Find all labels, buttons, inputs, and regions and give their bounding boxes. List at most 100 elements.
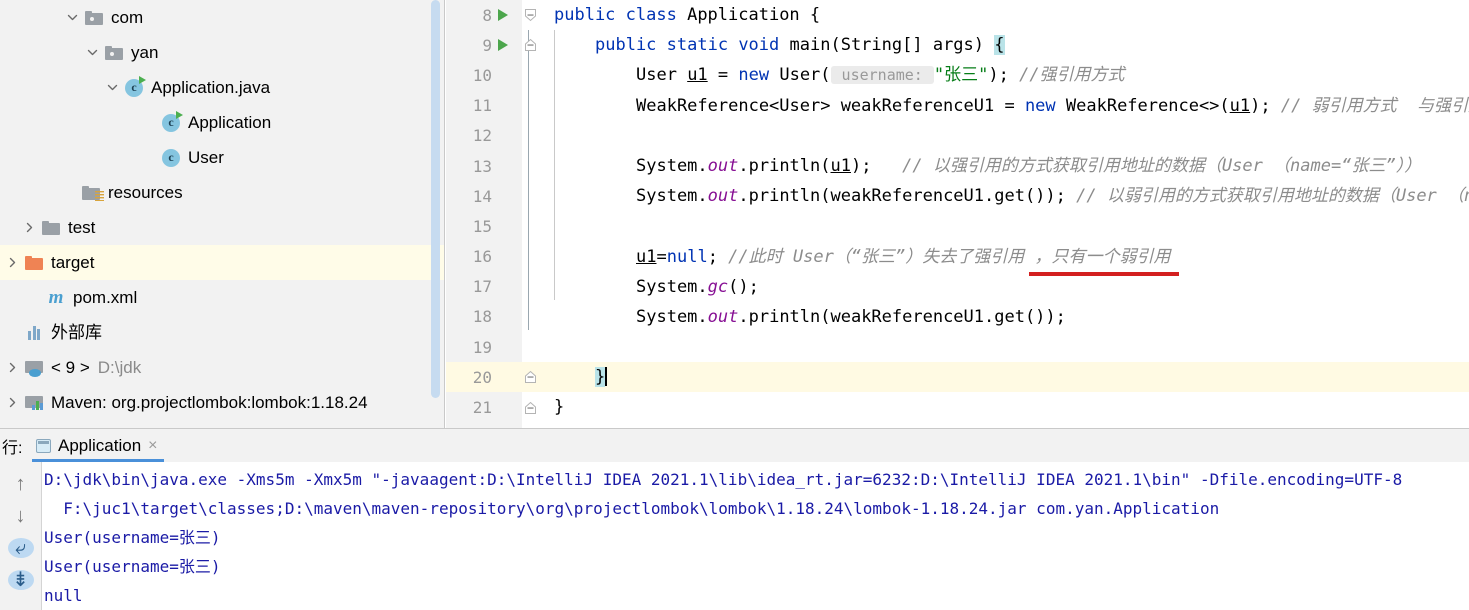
gutter-line-21[interactable]: 21 [446, 392, 522, 422]
console-tab-bar[interactable]: 行: Application × [0, 429, 1469, 462]
chevron-right-icon[interactable] [4, 395, 20, 411]
gutter-line-17[interactable]: 17 [446, 272, 522, 302]
tree-item-resources[interactable]: resources [0, 175, 444, 210]
folder-resources-icon [81, 183, 104, 203]
editor-code-area[interactable]: public class Application { public static … [522, 0, 1469, 428]
gutter-line-11[interactable]: 11 [446, 91, 522, 121]
fold-toggle-icon[interactable] [524, 370, 537, 384]
code-editor[interactable]: 891011121314151617181920212223 public cl… [446, 0, 1469, 428]
fold-toggle-icon[interactable] [524, 8, 537, 22]
chevron-right-icon[interactable] [4, 255, 20, 271]
code-line-16[interactable]: u1=null; //此时 User（“张三”）失去了强引用 ，只有一个弱引用 [522, 242, 1469, 272]
code-line-text: public static void main(String[] args) { [595, 35, 1005, 56]
tree-item-[interactable]: 外部库 [0, 315, 444, 350]
tree-item-maven-org-projectlombok-lombok-1-18-24[interactable]: Maven: org.projectlombok:lombok:1.18.24 [0, 385, 444, 420]
close-icon[interactable]: × [148, 437, 157, 455]
code-line-20[interactable]: } [522, 362, 1469, 393]
project-tree-scrollbar[interactable] [431, 0, 440, 398]
code-line-14[interactable]: System.out.println(weakReferenceU1.get()… [522, 181, 1469, 211]
gutter-line-20[interactable]: 20 [446, 362, 522, 393]
chevron-down-icon[interactable] [104, 80, 120, 96]
tree-item-pom-xml[interactable]: m pom.xml [0, 280, 444, 315]
console-output-line: F:\juc1\target\classes;D:\maven\maven-re… [44, 499, 1220, 518]
tab-application[interactable]: Application × [28, 429, 168, 462]
run-gutter-icon[interactable] [498, 39, 508, 52]
line-number: 21 [472, 398, 492, 418]
run-console-panel[interactable]: 行: Application × ↑ ↓ ⤶ ⇟ ▬ D:\jdk\bin\java.e… [0, 428, 1469, 610]
java-class-icon: c [161, 148, 181, 168]
line-number: 9 [482, 35, 492, 55]
console-output[interactable]: D:\jdk\bin\java.exe -Xms5m -Xmx5m "-java… [44, 465, 1469, 610]
fold-toggle-icon[interactable] [524, 38, 537, 52]
line-number: 19 [472, 337, 492, 357]
java-class-runnable-icon: c [161, 110, 183, 133]
code-line-15[interactable] [522, 211, 1469, 241]
tree-item-label: 外部库 [51, 323, 102, 342]
chevron-down-icon[interactable] [64, 10, 80, 26]
tree-item-sublabel: D:\jdk [97, 358, 142, 377]
run-gutter-icon[interactable] [498, 9, 508, 22]
scroll-to-end-icon[interactable]: ⇟ [7, 570, 34, 590]
line-number: 10 [472, 65, 492, 85]
maven-pom-icon: m [48, 287, 64, 308]
gutter-line-12[interactable]: 12 [446, 121, 522, 151]
tree-item-label: pom.xml [73, 288, 138, 307]
gutter-line-8[interactable]: 8 [446, 0, 522, 30]
gutter-line-15[interactable]: 15 [446, 211, 522, 241]
code-line-21[interactable]: } [522, 392, 1469, 422]
gutter-line-19[interactable]: 19 [446, 332, 522, 362]
gutter-line-13[interactable]: 13 [446, 151, 522, 181]
console-toolbar[interactable]: ↑ ↓ ⤶ ⇟ ▬ [0, 462, 42, 610]
fold-toggle-icon[interactable] [524, 401, 537, 415]
code-line-17[interactable]: System.gc(); [522, 272, 1469, 302]
tree-item-application[interactable]: c Application [0, 105, 444, 140]
line-number: 18 [472, 307, 492, 327]
code-line-19[interactable] [522, 332, 1469, 362]
project-tree-panel[interactable]: com yan c Application.java c Application c User… [0, 0, 445, 428]
code-line-11[interactable]: WeakReference<User> weakReferenceU1 = ne… [522, 91, 1469, 121]
console-output-line: User(username=张三) [44, 557, 221, 576]
code-line-9[interactable]: public static void main(String[] args) { [522, 30, 1469, 60]
code-line-text: System.out.println(weakReferenceU1.get()… [636, 306, 1066, 327]
jdk-icon [24, 358, 44, 378]
tree-item-label: yan [131, 43, 159, 62]
tree-item-application-java[interactable]: c Application.java [0, 70, 444, 105]
gutter-line-18[interactable]: 18 [446, 302, 522, 332]
tree-item-9[interactable]: < 9 > D:\jdk [0, 350, 444, 385]
tree-item-label: Application.java [151, 78, 271, 97]
tree-item-label: test [68, 218, 96, 237]
gutter-line-9[interactable]: 9 [446, 30, 522, 60]
gutter-line-16[interactable]: 16 [446, 242, 522, 272]
chevron-right-icon[interactable] [21, 220, 37, 236]
code-line-18[interactable]: System.out.println(weakReferenceU1.get()… [522, 302, 1469, 332]
tree-item-test[interactable]: test [0, 210, 444, 245]
code-line-text: System.out.println(u1); // 以强引用的方式获取引用地址… [636, 155, 1422, 176]
tree-item-com[interactable]: com [0, 0, 444, 35]
console-output-line: D:\jdk\bin\java.exe -Xms5m -Xmx5m "-java… [44, 470, 1403, 489]
tree-item-target[interactable]: target [0, 245, 444, 280]
toolbar-glyph: ⤶ [14, 537, 27, 559]
code-line-10[interactable]: User u1 = new User( username: "张三"); //强… [522, 60, 1469, 90]
chevron-down-icon[interactable] [84, 45, 100, 61]
scroll-up-icon[interactable]: ↑ [8, 474, 34, 494]
code-line-text: public class Application { [554, 5, 821, 25]
line-number: 17 [472, 277, 492, 297]
tree-item-user[interactable]: c User [0, 140, 444, 175]
code-line-8[interactable]: public class Application { [522, 0, 1469, 30]
folder-package-icon [84, 8, 104, 28]
gutter-line-10[interactable]: 10 [446, 60, 522, 90]
code-line-12[interactable] [522, 121, 1469, 151]
gutter-line-14[interactable]: 14 [446, 181, 522, 211]
editor-gutter[interactable]: 891011121314151617181920212223 [446, 0, 522, 428]
line-number: 11 [472, 96, 492, 116]
scroll-down-icon[interactable]: ↓ [8, 506, 34, 526]
tree-item-label: Maven: org.projectlombok:lombok:1.18.24 [51, 393, 368, 412]
chevron-right-icon[interactable] [4, 360, 20, 376]
print-icon[interactable]: ▬ [8, 602, 34, 610]
code-line-13[interactable]: System.out.println(u1); // 以强引用的方式获取引用地址… [522, 151, 1469, 181]
soft-wrap-icon[interactable]: ⤶ [7, 537, 34, 559]
folder-target-icon [24, 253, 44, 273]
code-line-text: User u1 = new User( username: "张三"); //强… [636, 65, 1125, 86]
tree-item-yan[interactable]: yan [0, 35, 444, 70]
folder-package-icon [104, 43, 124, 63]
